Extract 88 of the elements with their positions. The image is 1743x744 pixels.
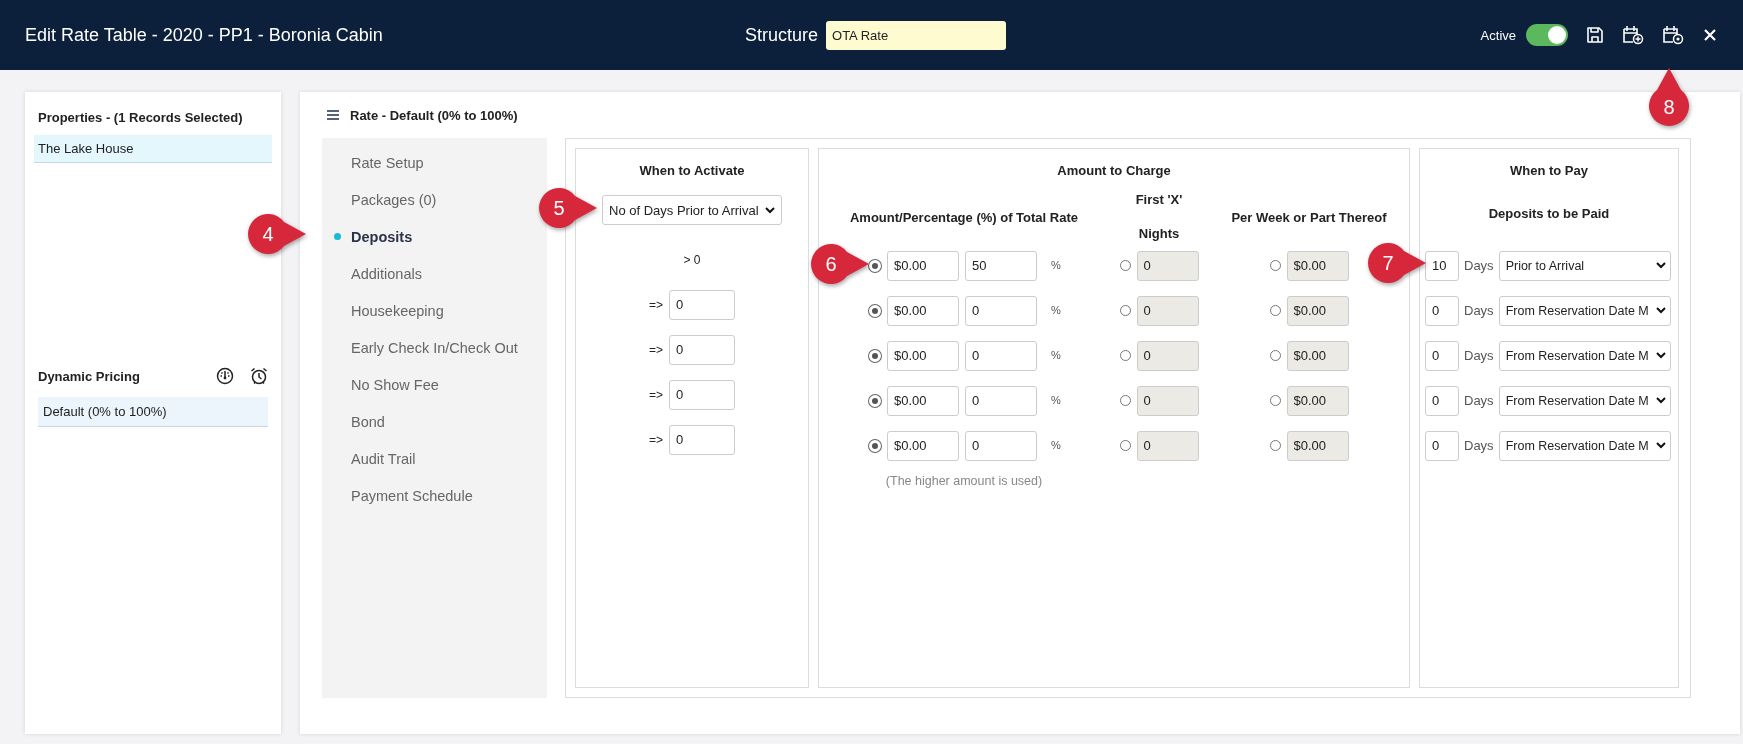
- unit-label: %: [1051, 348, 1061, 361]
- section-heading: Amount to Charge: [1056, 162, 1172, 180]
- input-field[interactable]: 0: [965, 295, 1037, 326]
- nav-item[interactable]: Deposits: [351, 228, 413, 245]
- nav-item[interactable]: Bond: [351, 413, 385, 430]
- caret-icon: [1655, 442, 1666, 449]
- unit-label: %: [1051, 303, 1061, 316]
- input-field[interactable]: 10: [1425, 250, 1459, 281]
- unit-label: Days: [1464, 393, 1494, 408]
- input-field[interactable]: 0: [965, 340, 1037, 371]
- pay-select[interactable]: From Reservation Date M: [1498, 295, 1671, 326]
- property-item[interactable]: The Lake House: [34, 135, 272, 163]
- arrow-label: =>: [649, 342, 663, 357]
- section-title: Rate - Default (0% to 100%): [350, 107, 518, 123]
- caret-icon: [1655, 307, 1666, 314]
- nav-item[interactable]: Rate Setup: [351, 154, 424, 171]
- input-field[interactable]: 0: [965, 385, 1037, 416]
- gauge-icon[interactable]: [216, 367, 234, 385]
- input-field[interactable]: 0: [669, 379, 735, 410]
- nav-item[interactable]: Housekeeping: [351, 302, 444, 319]
- nav-item[interactable]: Additionals: [351, 265, 422, 282]
- caret-icon: [1655, 352, 1666, 359]
- caret-icon: [1655, 397, 1666, 404]
- unit-label: %: [1051, 438, 1061, 451]
- nav-item[interactable]: Early Check In/Check Out: [351, 339, 518, 356]
- callout-marker: 5: [537, 186, 599, 230]
- active-toggle[interactable]: [1526, 24, 1568, 46]
- input-field[interactable]: 0: [1425, 340, 1459, 371]
- callout-marker: 4: [246, 212, 308, 256]
- structure-label: Structure: [745, 24, 819, 46]
- callout-marker: 8: [1647, 66, 1691, 128]
- panel-title: Properties - (1 Records Selected): [37, 109, 244, 127]
- input-field[interactable]: 0: [1425, 385, 1459, 416]
- input-field[interactable]: 0: [669, 424, 735, 455]
- pay-select[interactable]: From Reservation Date M: [1498, 340, 1671, 371]
- menu-icon[interactable]: [326, 109, 340, 121]
- unit-label: Days: [1464, 438, 1494, 453]
- activate-select[interactable]: No of Days Prior to Arrival: [602, 195, 782, 225]
- input-field[interactable]: 0: [669, 289, 735, 320]
- pay-select[interactable]: From Reservation Date M: [1498, 430, 1671, 461]
- hint-text: (The higher amount is used): [884, 473, 1044, 488]
- close-icon[interactable]: [1702, 27, 1718, 43]
- structure-field[interactable]: OTA Rate: [826, 20, 1007, 50]
- input-field[interactable]: $0.00: [887, 250, 959, 281]
- input-field[interactable]: $0.00: [887, 295, 959, 326]
- active-label: Active: [1480, 27, 1516, 43]
- window-title: Edit Rate Table - 2020 - PP1 - Boronia Cabin: [25, 24, 384, 46]
- arrow-label: =>: [649, 297, 663, 312]
- alarm-clock-icon[interactable]: [250, 367, 268, 385]
- save-icon[interactable]: [1586, 26, 1604, 44]
- arrow-label: =>: [649, 432, 663, 447]
- caret-icon: [1655, 262, 1666, 269]
- input-field[interactable]: 0: [1425, 295, 1459, 326]
- callout-marker: 6: [809, 242, 871, 286]
- unit-label: Days: [1464, 303, 1494, 318]
- calendar-plus-icon[interactable]: [1622, 25, 1644, 45]
- column-heading: First 'X': [1135, 191, 1183, 209]
- pay-select[interactable]: From Reservation Date M: [1498, 385, 1671, 416]
- threshold-label: > 0: [683, 252, 701, 267]
- arrow-label: =>: [649, 387, 663, 402]
- unit-label: Days: [1464, 258, 1494, 273]
- active-dot: [334, 233, 341, 240]
- column-heading: Deposits to be Paid: [1488, 205, 1610, 221]
- input-field[interactable]: $0.00: [887, 430, 959, 461]
- column-heading: Amount/Percentage (%) of Total Rate: [849, 209, 1079, 225]
- pay-select[interactable]: Prior to Arrival: [1498, 250, 1671, 281]
- panel-title: Dynamic Pricing: [38, 368, 141, 384]
- section-heading: When to Pay: [1509, 162, 1589, 180]
- nav-item[interactable]: Payment Schedule: [351, 487, 473, 504]
- input-field[interactable]: 50: [965, 250, 1037, 281]
- unit-label: %: [1051, 258, 1061, 271]
- nav-item[interactable]: No Show Fee: [351, 376, 439, 393]
- input-field[interactable]: 0: [965, 430, 1037, 461]
- input-field[interactable]: $0.00: [887, 385, 959, 416]
- calendar-gear-icon[interactable]: [1662, 25, 1684, 45]
- section-heading: When to Activate: [639, 162, 745, 180]
- pricing-item[interactable]: Default (0% to 100%): [38, 397, 268, 427]
- input-field[interactable]: 0: [1425, 430, 1459, 461]
- unit-label: Days: [1464, 348, 1494, 363]
- caret-icon: [765, 206, 775, 214]
- column-heading: Per Week or Part Thereof: [1230, 209, 1388, 225]
- input-field[interactable]: 0: [669, 334, 735, 365]
- nav-item[interactable]: Audit Trail: [351, 450, 416, 467]
- callout-marker: 7: [1366, 241, 1428, 285]
- unit-label: %: [1051, 393, 1061, 406]
- column-heading: Nights: [1138, 225, 1180, 243]
- nav-item[interactable]: Packages (0): [351, 191, 437, 208]
- input-field[interactable]: $0.00: [887, 340, 959, 371]
